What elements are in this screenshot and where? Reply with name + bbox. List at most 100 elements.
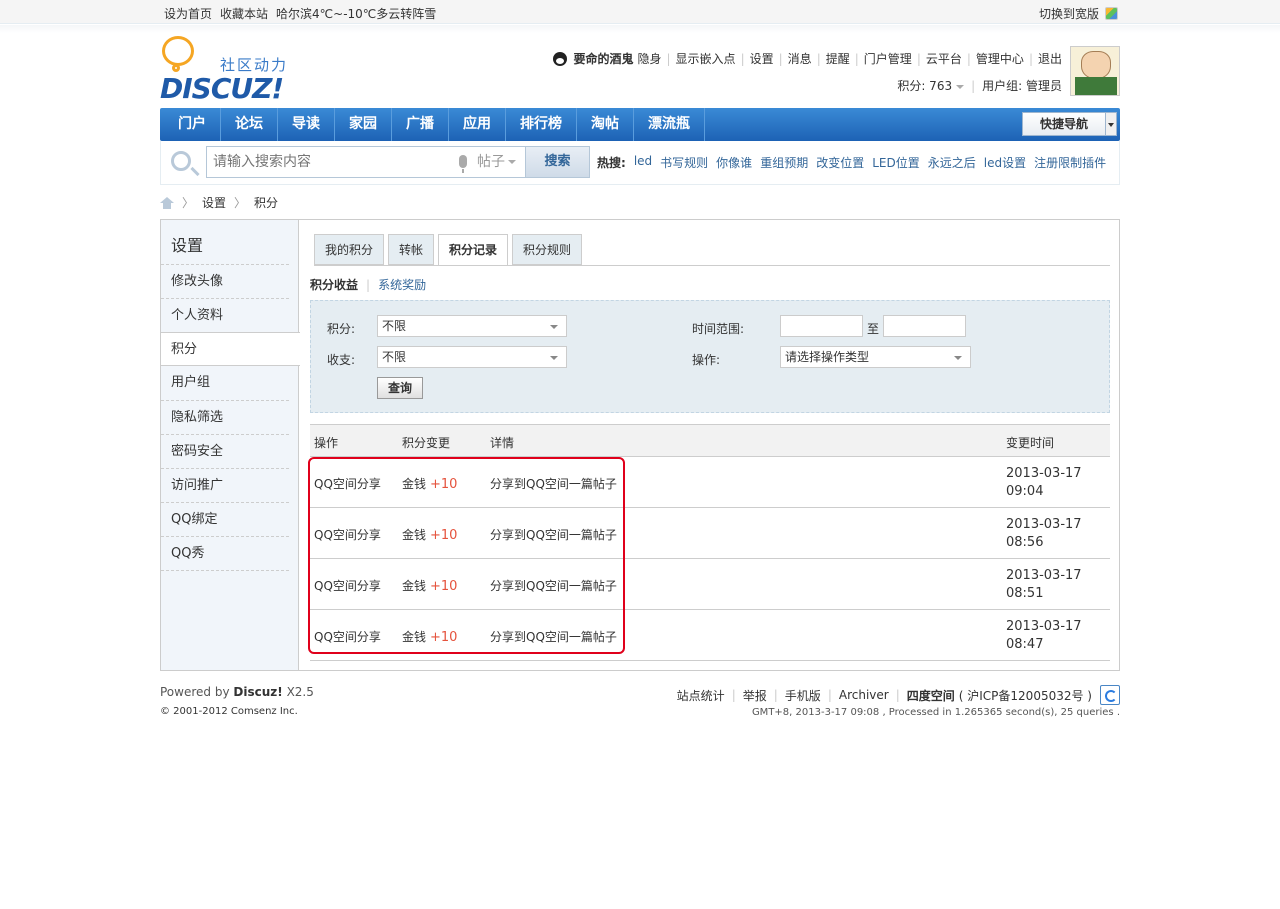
sep: | xyxy=(971,78,976,93)
sidebar-item-password[interactable]: 密码安全 xyxy=(161,434,289,468)
to-label: 至 xyxy=(867,322,880,336)
nav-ranking[interactable]: 排行榜 xyxy=(506,108,577,141)
microphone-icon[interactable] xyxy=(459,155,467,173)
nav-home[interactable]: 家园 xyxy=(335,108,392,141)
sep: | xyxy=(827,688,832,702)
home-icon[interactable] xyxy=(160,196,174,209)
credits-link[interactable]: 积分: 763 xyxy=(897,77,952,94)
search-bar: 帖子 搜索 热搜: led 书写规则 你像谁 重组预期 改变位置 LED位置 永… xyxy=(160,141,1120,185)
user-info: 积分: 763 | 用户组: 管理员 xyxy=(897,77,1062,94)
nav-guide[interactable]: 导读 xyxy=(278,108,335,141)
footer-report-link[interactable]: 举报 xyxy=(743,687,767,704)
sidebar-item-usergroup[interactable]: 用户组 xyxy=(161,366,289,400)
bookmark-link[interactable]: 收藏本站 xyxy=(220,5,268,22)
breadcrumb-settings[interactable]: 设置 xyxy=(202,194,226,211)
avatar[interactable] xyxy=(1070,46,1120,96)
search-type-label: 帖子 xyxy=(477,154,505,170)
messages-link[interactable]: 消息 xyxy=(788,50,812,67)
quick-nav-dropdown-icon[interactable] xyxy=(1105,112,1117,136)
sep: | xyxy=(1028,51,1033,66)
operation-select[interactable]: 请选择操作类型 xyxy=(780,346,971,368)
sep: | xyxy=(731,688,736,702)
hot-item[interactable]: 重组预期 xyxy=(760,154,808,171)
income-select[interactable]: 不限 xyxy=(377,346,567,368)
credit-select[interactable]: 不限 xyxy=(377,315,567,337)
footer-stats-link[interactable]: 站点统计 xyxy=(677,687,725,704)
avatar-head xyxy=(1081,51,1111,79)
subtab-separator: | xyxy=(366,277,371,292)
row-date: 2013-03-17 xyxy=(1006,568,1082,583)
show-hook-link[interactable]: 显示嵌入点 xyxy=(676,50,736,67)
hot-item[interactable]: 书写规则 xyxy=(660,154,708,171)
footer-archiver-link[interactable]: Archiver xyxy=(839,688,889,702)
hot-item[interactable]: led xyxy=(634,154,652,171)
sidebar-item-avatar[interactable]: 修改头像 xyxy=(161,264,289,298)
credit-label: 积分: xyxy=(327,322,356,336)
main-nav: 门户 论坛 导读 家园 广播 应用 排行榜 淘帖 漂流瓶 快捷导航 xyxy=(160,108,1120,141)
hot-item[interactable]: LED位置 xyxy=(872,154,920,171)
income-select-value: 不限 xyxy=(382,350,407,364)
portal-admin-link[interactable]: 门户管理 xyxy=(864,50,912,67)
hot-item[interactable]: 注册限制插件 xyxy=(1034,154,1106,171)
nav-apps[interactable]: 应用 xyxy=(449,108,506,141)
cloud-link[interactable]: 云平台 xyxy=(926,50,962,67)
set-homepage-link[interactable]: 设为首页 xyxy=(164,5,212,22)
tab-my-credits[interactable]: 我的积分 xyxy=(314,234,385,265)
user-links: 要命的酒鬼 隐身 | 显示嵌入点 | 设置 | 消息 | 提醒 | 门户管理 | 云平台 | … xyxy=(553,50,1062,67)
row-date: 2013-03-17 xyxy=(1006,517,1082,532)
usergroup-link[interactable]: 用户组: 管理员 xyxy=(982,77,1062,94)
tab-credit-rules[interactable]: 积分规则 xyxy=(512,234,583,265)
switch-wide-link[interactable]: 切换到宽版 xyxy=(1039,5,1099,22)
search-button[interactable]: 搜索 xyxy=(525,147,589,177)
top-bar: 设为首页 收藏本站 哈尔滨4℃~-10℃多云转阵雪 切换到宽版 xyxy=(0,0,1280,24)
footer-icp-link[interactable]: ( 沪ICP备12005032号 ) xyxy=(959,687,1092,704)
subtabs: 积分收益 | 系统奖励 xyxy=(310,276,426,293)
site-logo[interactable]: 社区动力 DISCUZ! xyxy=(160,34,300,105)
hot-item[interactable]: 你像谁 xyxy=(716,154,752,171)
header: 社区动力 DISCUZ! 要命的酒鬼 隐身 | 显示嵌入点 | 设置 | 消息 | 提醒… xyxy=(160,34,1120,106)
hot-item[interactable]: 改变位置 xyxy=(816,154,864,171)
hot-item[interactable]: led设置 xyxy=(984,154,1026,171)
subtab-income[interactable]: 积分收益 xyxy=(310,276,358,293)
query-button[interactable]: 查询 xyxy=(377,377,423,399)
credits-dropdown-icon[interactable] xyxy=(956,84,965,89)
nav-drift-bottle[interactable]: 漂流瓶 xyxy=(634,108,705,141)
admin-center-link[interactable]: 管理中心 xyxy=(976,50,1024,67)
nav-portal[interactable]: 门户 xyxy=(164,108,221,141)
sidebar-item-credits[interactable]: 积分 xyxy=(161,332,300,366)
invisible-link[interactable]: 隐身 xyxy=(637,50,661,67)
footer-mobile-link[interactable]: 手机版 xyxy=(785,687,821,704)
row-clock: 08:51 xyxy=(1006,586,1044,601)
row-time: 2013-03-17 08:51 xyxy=(1006,567,1082,603)
nav-broadcast[interactable]: 广播 xyxy=(392,108,449,141)
sidebar-item-qq-bind[interactable]: QQ绑定 xyxy=(161,502,289,536)
sidebar-item-privacy[interactable]: 隐私筛选 xyxy=(161,400,289,434)
end-date-input[interactable] xyxy=(883,315,966,337)
nav-forum[interactable]: 论坛 xyxy=(221,108,278,141)
cloud-stats-icon[interactable] xyxy=(1100,685,1120,705)
logo-bubble-icon xyxy=(162,36,194,66)
hot-item[interactable]: 永远之后 xyxy=(928,154,976,171)
hot-label: 热搜: xyxy=(597,156,626,170)
quick-nav-button[interactable]: 快捷导航 xyxy=(1022,112,1106,136)
sep: | xyxy=(773,688,778,702)
start-date-input[interactable] xyxy=(780,315,863,337)
footer-site-link[interactable]: 四度空间 xyxy=(907,687,955,704)
notices-link[interactable]: 提醒 xyxy=(826,50,850,67)
sidebar-item-qq-show[interactable]: QQ秀 xyxy=(161,536,289,570)
sidebar-item-profile[interactable]: 个人资料 xyxy=(161,298,289,332)
username-link[interactable]: 要命的酒鬼 xyxy=(573,50,633,67)
logout-link[interactable]: 退出 xyxy=(1038,50,1062,67)
tab-transfer[interactable]: 转帐 xyxy=(388,234,435,265)
nav-collection[interactable]: 淘帖 xyxy=(577,108,634,141)
settings-link[interactable]: 设置 xyxy=(750,50,774,67)
search-input[interactable] xyxy=(209,149,449,175)
subtab-system-reward[interactable]: 系统奖励 xyxy=(378,276,426,293)
sidebar-item-promotion[interactable]: 访问推广 xyxy=(161,468,289,502)
breadcrumb-separator: 〉 xyxy=(234,196,247,210)
wide-layout-icon[interactable] xyxy=(1105,7,1118,20)
search-type-select[interactable]: 帖子 xyxy=(475,148,523,176)
tab-credit-log[interactable]: 积分记录 xyxy=(438,234,509,266)
discuz-link[interactable]: Discuz! xyxy=(233,685,282,699)
qq-penguin-icon xyxy=(553,51,568,66)
